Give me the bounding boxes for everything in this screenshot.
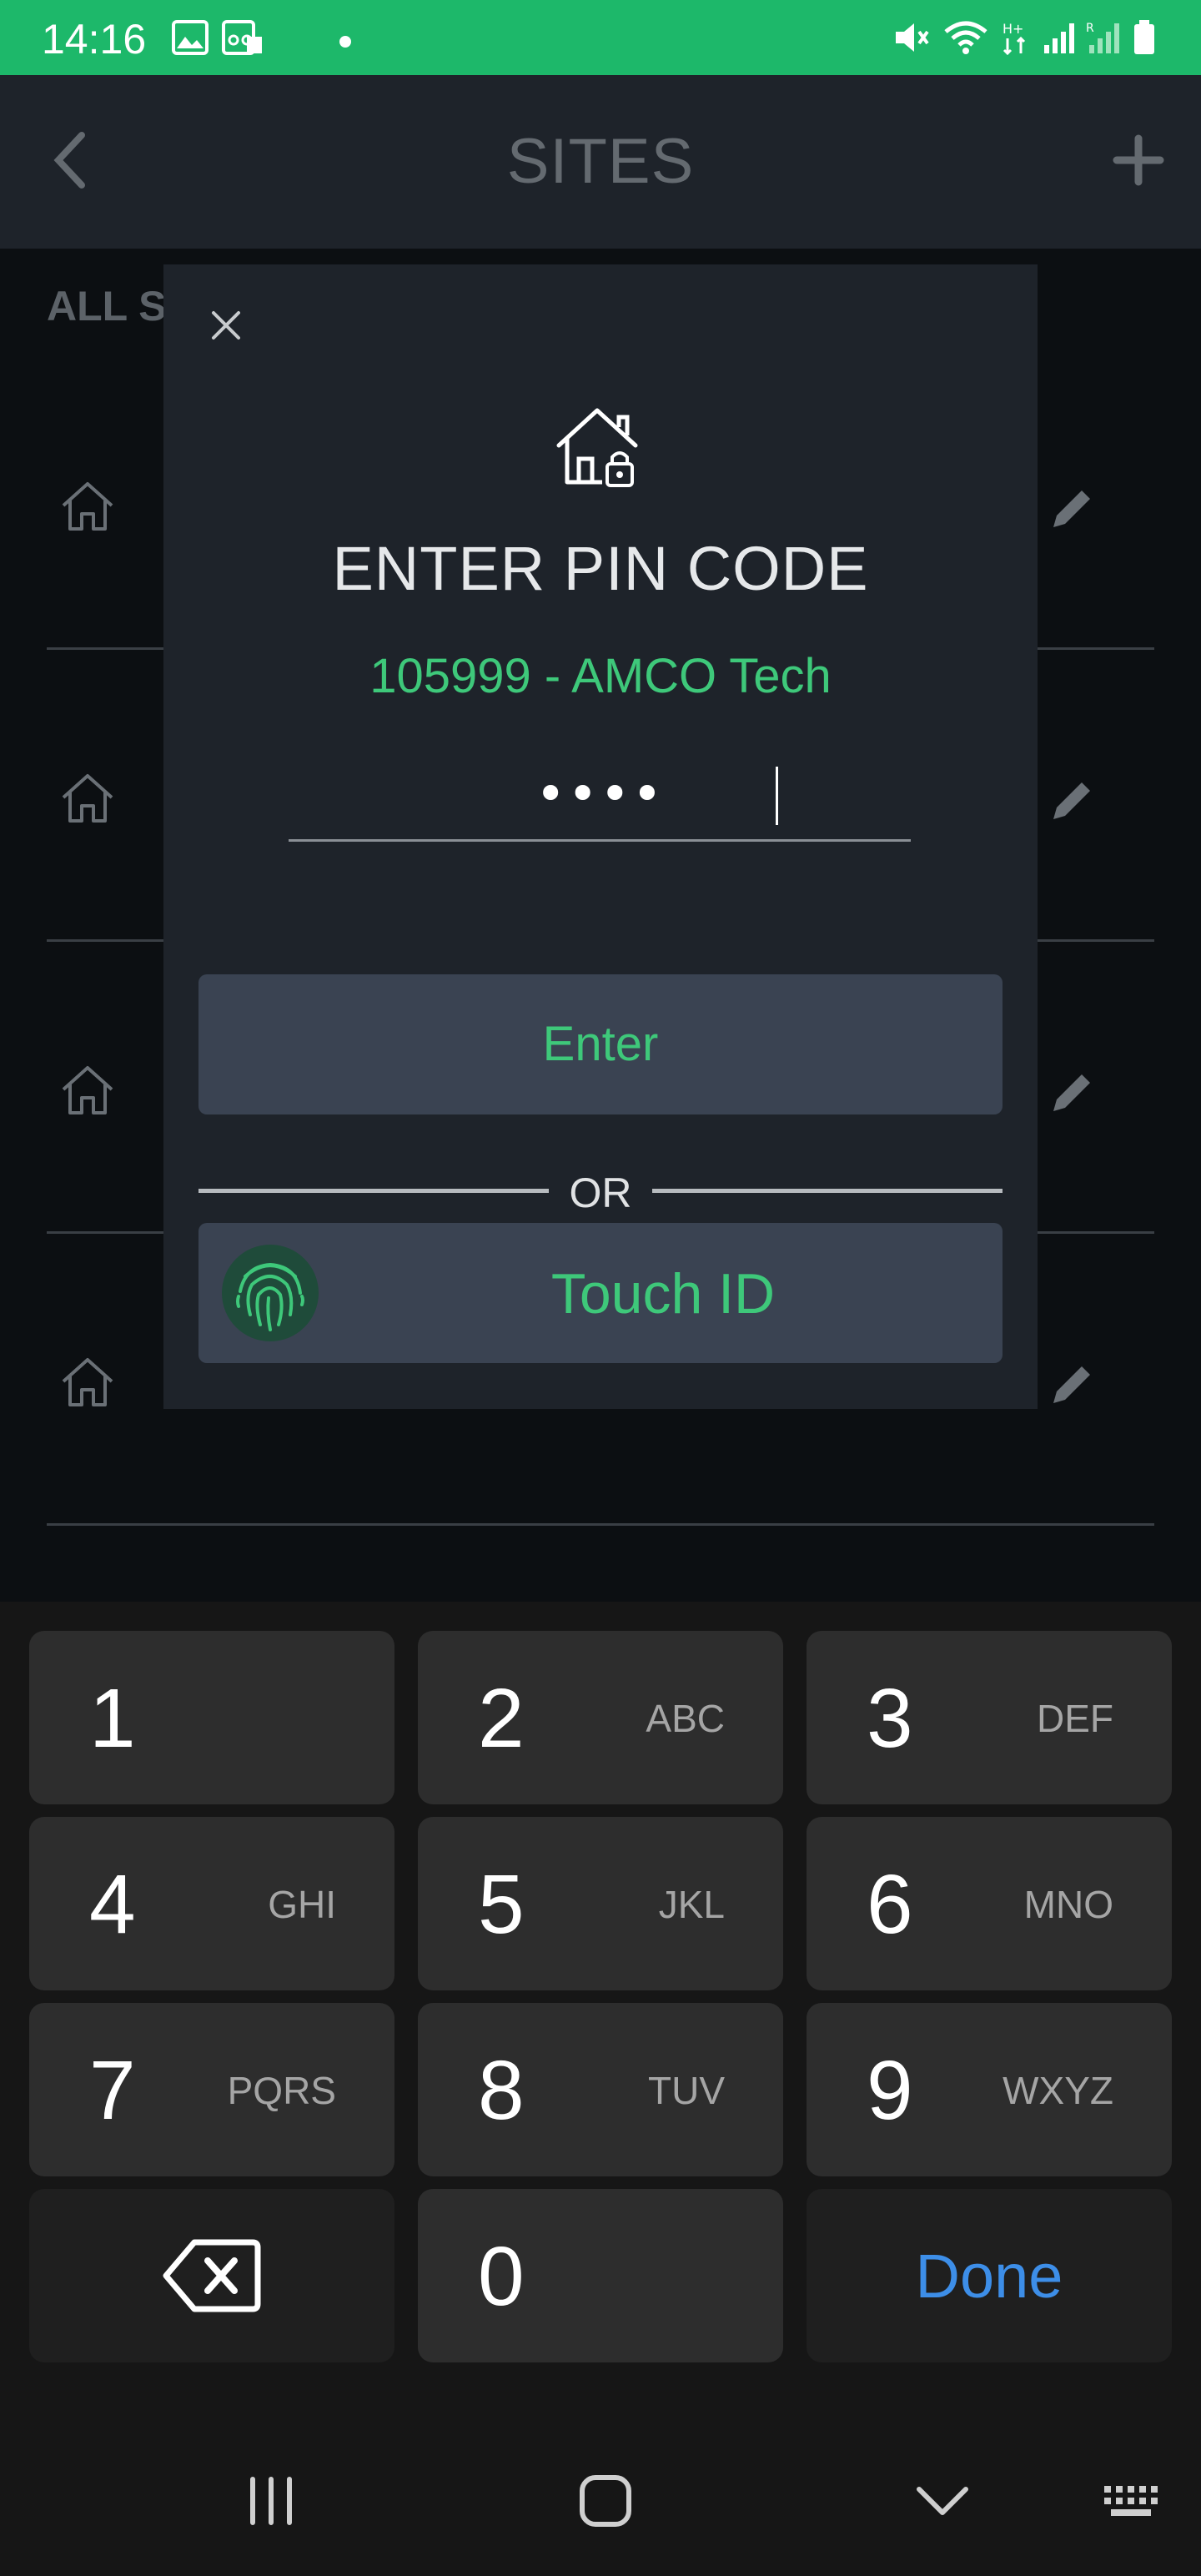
key-letters: DEF xyxy=(1037,1697,1113,1740)
touch-id-button[interactable]: Touch ID xyxy=(198,1223,1003,1363)
svg-text:H+: H+ xyxy=(1003,21,1023,37)
wifi-icon xyxy=(944,21,987,54)
key-2[interactable]: 2 ABC xyxy=(418,1631,783,1804)
mute-icon xyxy=(896,23,929,52)
key-5[interactable]: 5 JKL xyxy=(418,1817,783,1990)
close-icon[interactable] xyxy=(205,304,247,346)
pin-input[interactable]: •••• xyxy=(289,758,911,842)
home-icon xyxy=(62,774,113,823)
or-separator: OR xyxy=(198,1164,1003,1222)
separator-line-right xyxy=(652,1189,1003,1193)
page-title: SITES xyxy=(506,126,695,197)
voicemail-icon xyxy=(222,20,262,55)
image-icon xyxy=(172,20,209,55)
enter-button-label: Enter xyxy=(542,1017,659,1071)
text-caret xyxy=(776,767,778,825)
key-letters: JKL xyxy=(658,1883,725,1926)
key-letters: GHI xyxy=(268,1883,336,1926)
key-8[interactable]: 8 TUV xyxy=(418,2003,783,2176)
touch-id-label: Touch ID xyxy=(550,1262,776,1326)
row-divider xyxy=(47,1523,1154,1526)
home-icon xyxy=(62,482,113,531)
data-arrows-icon: H+ xyxy=(1003,21,1026,55)
key-letters: WXYZ xyxy=(1003,2069,1113,2112)
key-6[interactable]: 6 MNO xyxy=(807,1817,1172,1990)
key-digit: 2 xyxy=(478,1672,525,1765)
key-digit: 6 xyxy=(867,1858,913,1951)
or-label: OR xyxy=(569,1170,632,1216)
enter-button[interactable]: Enter xyxy=(198,974,1003,1114)
key-letters: PQRS xyxy=(227,2069,336,2112)
status-bar: 14:16 H+ R xyxy=(0,0,1201,75)
pin-code-dialog: ENTER PIN CODE 105999 - AMCO Tech •••• E… xyxy=(163,264,1038,1409)
backspace-icon xyxy=(163,2239,261,2312)
pencil-icon[interactable] xyxy=(1047,1360,1097,1410)
done-label: Done xyxy=(915,2241,1063,2311)
plus-icon[interactable] xyxy=(1105,127,1172,194)
status-time: 14:16 xyxy=(42,16,147,63)
battery-icon xyxy=(1134,20,1154,54)
key-digit: 9 xyxy=(867,2044,913,2137)
hide-keyboard-icon[interactable] xyxy=(909,2468,976,2534)
key-digit: 1 xyxy=(89,1672,136,1765)
signal-icon xyxy=(1044,23,1074,53)
key-digit: 0 xyxy=(478,2230,525,2323)
home-icon xyxy=(62,1066,113,1114)
pencil-icon[interactable] xyxy=(1047,484,1097,534)
house-lock-icon xyxy=(556,408,638,487)
backspace-key[interactable] xyxy=(29,2189,394,2362)
app-header: SITES xyxy=(0,75,1201,249)
key-4[interactable]: 4 GHI xyxy=(29,1817,394,1990)
key-7[interactable]: 7 PQRS xyxy=(29,2003,394,2176)
dot-icon xyxy=(339,36,351,48)
pin-value: •••• xyxy=(535,763,665,824)
system-nav-bar xyxy=(0,2418,1201,2576)
key-digit: 8 xyxy=(478,2044,525,2137)
home-button-icon[interactable] xyxy=(572,2468,639,2534)
key-digit: 4 xyxy=(89,1858,136,1951)
key-letters: ABC xyxy=(646,1697,725,1740)
dialog-title: ENTER PIN CODE xyxy=(332,534,869,603)
key-letters: MNO xyxy=(1023,1883,1113,1926)
signal-roaming-icon: R xyxy=(1086,22,1119,53)
site-name: 105999 - AMCO Tech xyxy=(369,649,832,703)
svg-text:R: R xyxy=(1086,22,1094,35)
section-label: ALL S xyxy=(47,283,167,330)
done-key[interactable]: Done xyxy=(807,2189,1172,2362)
key-digit: 3 xyxy=(867,1672,913,1765)
key-9[interactable]: 9 WXYZ xyxy=(807,2003,1172,2176)
pencil-icon[interactable] xyxy=(1047,1068,1097,1118)
key-digit: 5 xyxy=(478,1858,525,1951)
recents-icon[interactable] xyxy=(238,2468,304,2534)
home-icon xyxy=(62,1358,113,1406)
key-1[interactable]: 1 xyxy=(29,1631,394,1804)
keyboard-icon[interactable] xyxy=(1099,2468,1166,2534)
key-letters: TUV xyxy=(648,2069,725,2112)
numeric-keyboard: 1 2 ABC 3 DEF 4 GHI 5 JKL 6 MNO 7 PQRS 8… xyxy=(0,1602,1201,2418)
key-3[interactable]: 3 DEF xyxy=(807,1631,1172,1804)
pencil-icon[interactable] xyxy=(1047,776,1097,826)
key-digit: 7 xyxy=(89,2044,136,2137)
fingerprint-icon xyxy=(222,1245,319,1341)
key-0[interactable]: 0 xyxy=(418,2189,783,2362)
